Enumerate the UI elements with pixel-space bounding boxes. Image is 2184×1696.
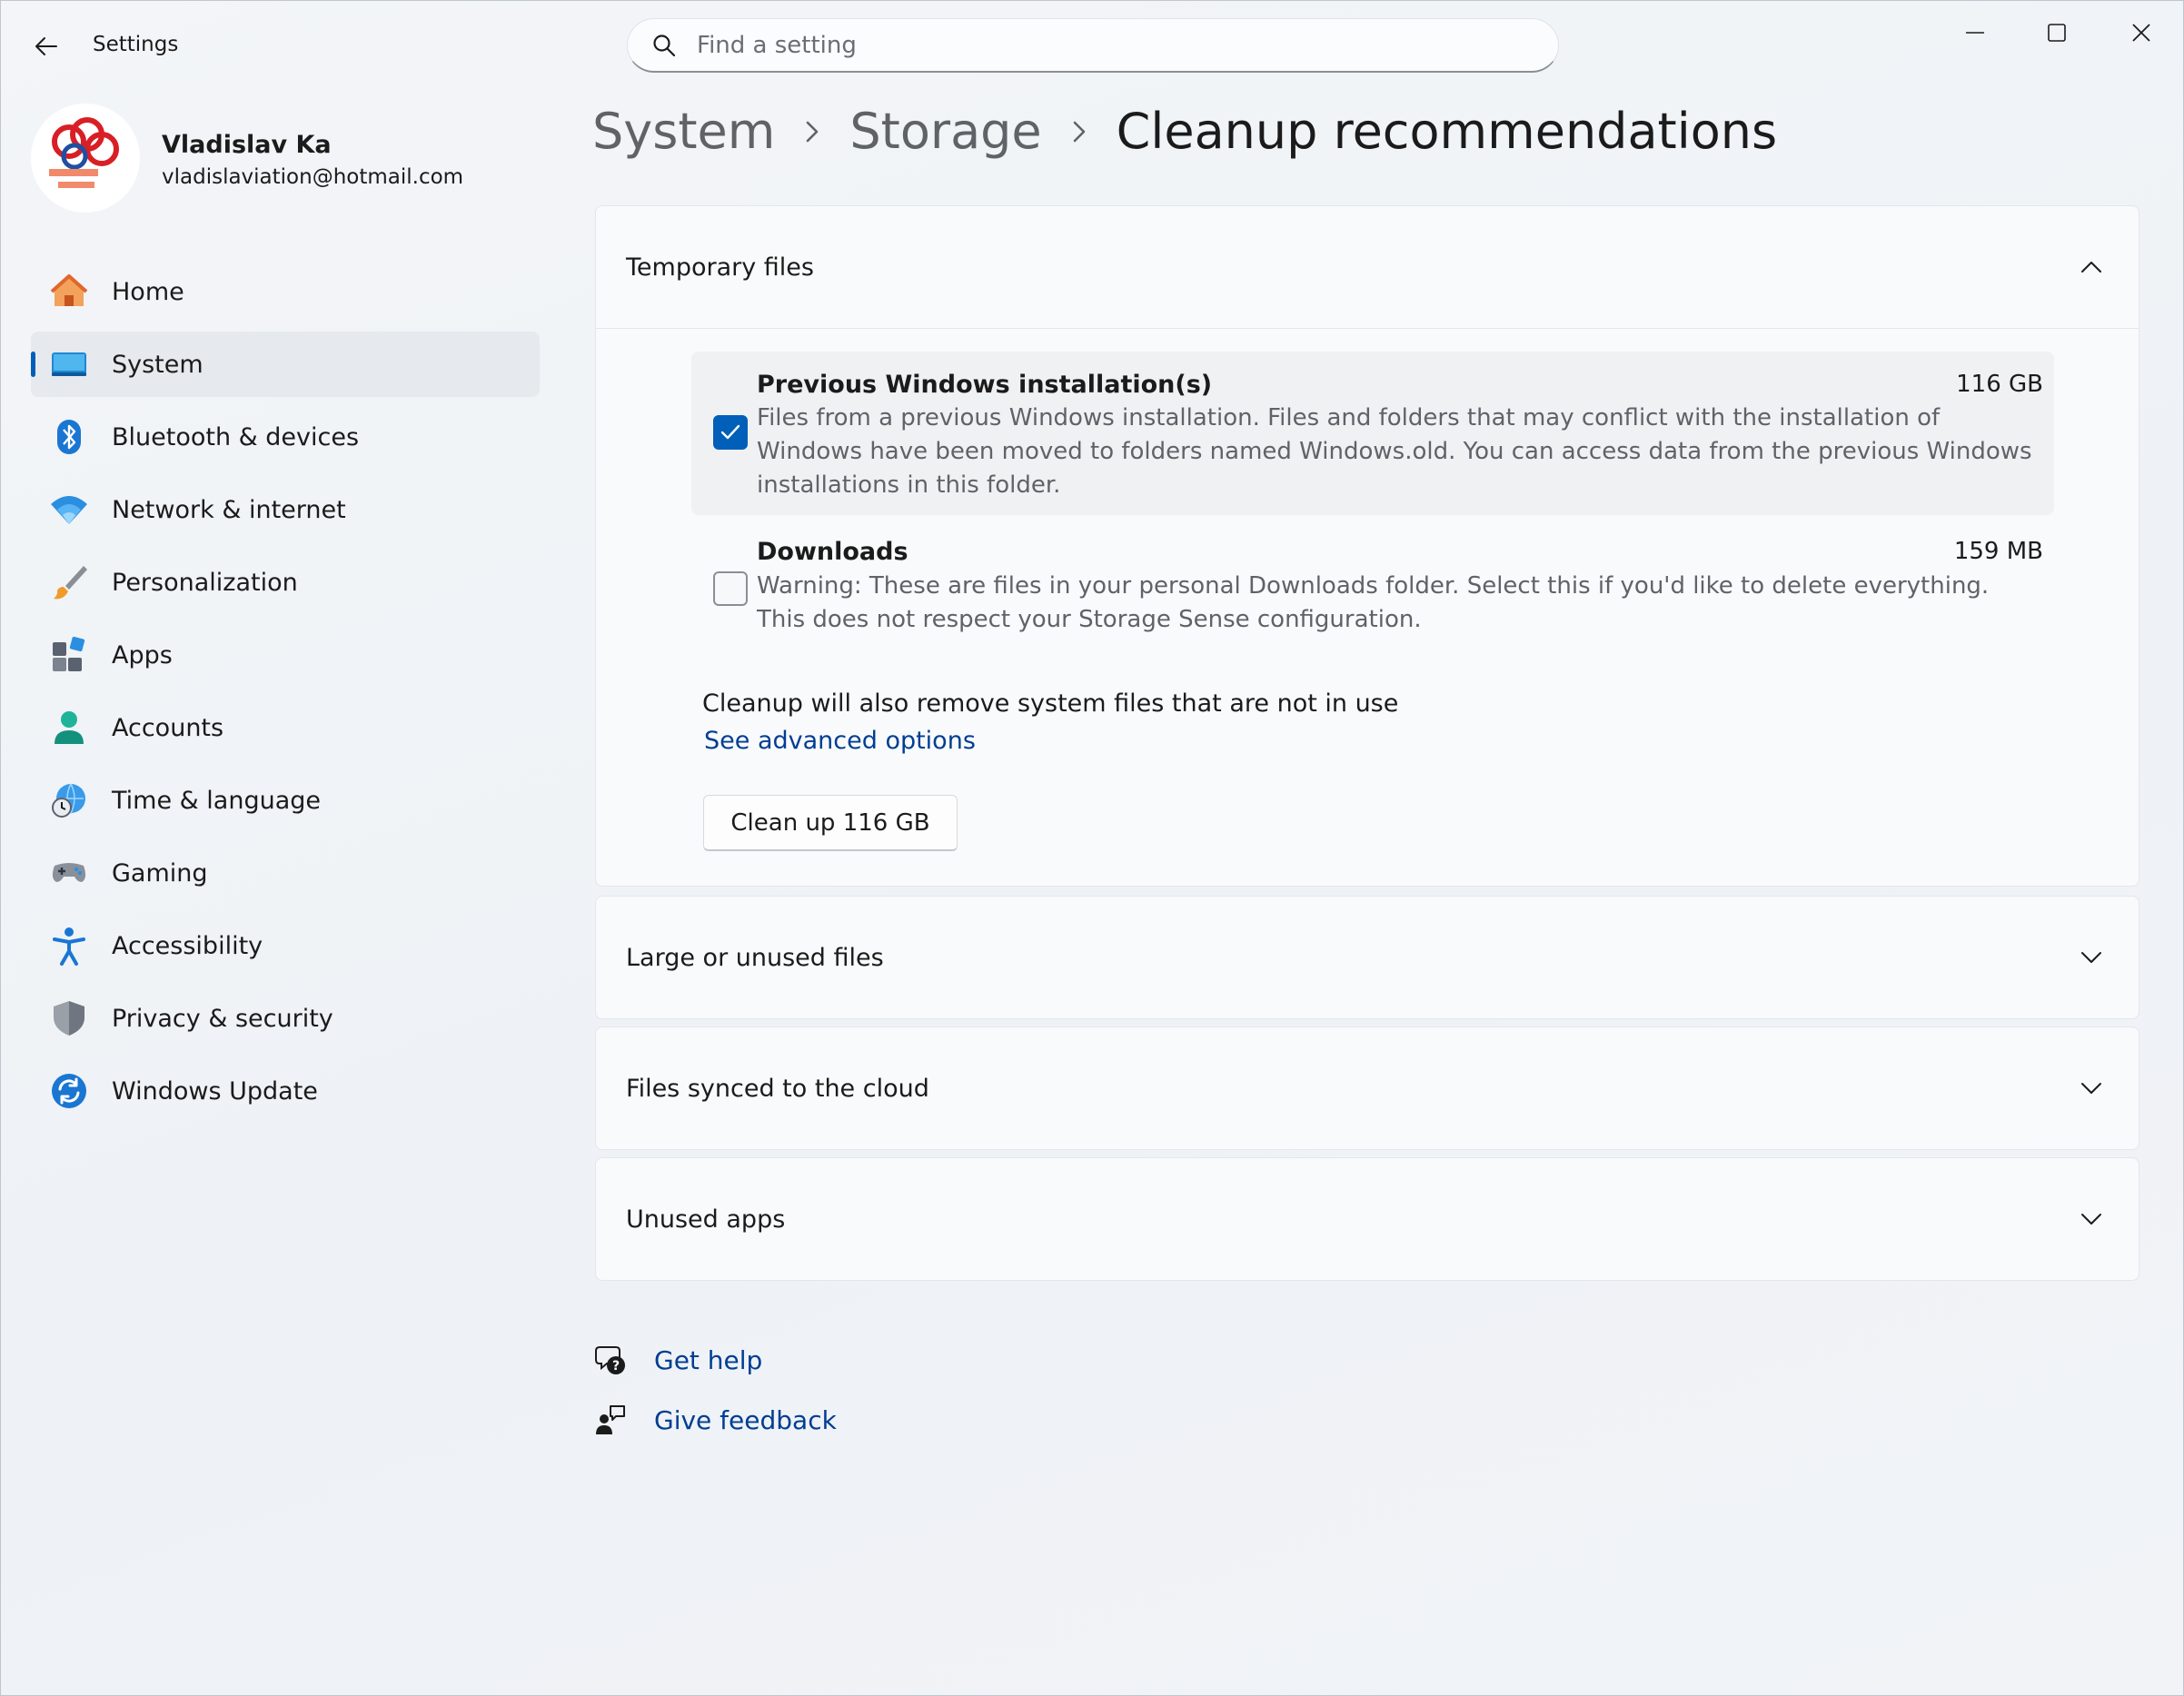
- sidebar-item-windows-update[interactable]: Windows Update: [31, 1058, 540, 1124]
- bluetooth-icon: [47, 415, 91, 459]
- previous-windows-checkbox[interactable]: [713, 415, 748, 450]
- chevron-right-icon: [804, 119, 820, 144]
- svg-text:?: ?: [612, 1359, 620, 1374]
- temporary-files-card: Temporary files Previous Windows install…: [595, 205, 2139, 887]
- chevron-down-icon: [2077, 1205, 2106, 1234]
- brush-icon: [47, 560, 91, 604]
- sidebar-item-gaming[interactable]: Gaming: [31, 840, 540, 906]
- page-title: Cleanup recommendations: [1116, 103, 1778, 160]
- back-arrow-icon: [35, 37, 57, 55]
- temporary-files-header[interactable]: Temporary files: [596, 206, 2139, 328]
- help-chat-icon: ?: [592, 1342, 629, 1378]
- breadcrumb-storage[interactable]: Storage: [849, 103, 1041, 160]
- maximize-button[interactable]: [2020, 10, 2093, 55]
- downloads-checkbox[interactable]: [713, 571, 748, 606]
- gamepad-icon: [47, 851, 91, 895]
- advanced-options-link[interactable]: See advanced options: [704, 727, 976, 755]
- list-item-previous-windows[interactable]: Previous Windows installation(s) 116 GB …: [691, 352, 2054, 515]
- wifi-icon: [47, 488, 91, 531]
- get-help-link[interactable]: ? Get help: [592, 1342, 762, 1378]
- large-files-header[interactable]: Large or unused files: [596, 897, 2139, 1018]
- large-files-card[interactable]: Large or unused files: [595, 896, 2139, 1019]
- globe-clock-icon: [47, 779, 91, 822]
- chevron-down-icon: [2077, 943, 2106, 972]
- chevron-right-icon: [1071, 119, 1087, 144]
- sidebar-nav: Home System Bluetooth & devices Network …: [31, 259, 540, 1131]
- sidebar-item-network[interactable]: Network & internet: [31, 477, 540, 542]
- feedback-icon: [592, 1402, 629, 1438]
- minimize-icon: [1966, 32, 1984, 34]
- unused-apps-card[interactable]: Unused apps: [595, 1157, 2139, 1281]
- update-icon: [47, 1069, 91, 1113]
- breadcrumb: System Storage Cleanup recommendations: [592, 103, 1777, 160]
- search-icon: [650, 31, 679, 60]
- checkmark-icon: [720, 424, 740, 440]
- sidebar-item-apps[interactable]: Apps: [31, 622, 540, 688]
- settings-window: Settings Vladislav Ka vladislaviation@ho…: [0, 0, 2184, 1696]
- app-title: Settings: [93, 33, 179, 56]
- sidebar-item-privacy-security[interactable]: Privacy & security: [31, 986, 540, 1051]
- chevron-up-icon: [2077, 253, 2106, 282]
- back-button[interactable]: [26, 28, 66, 64]
- sidebar-item-home[interactable]: Home: [31, 259, 540, 324]
- cleanup-button[interactable]: Clean up 116 GB: [703, 795, 958, 851]
- sidebar-item-personalization[interactable]: Personalization: [31, 550, 540, 615]
- apps-icon: [47, 633, 91, 677]
- account-icon: [47, 706, 91, 749]
- chevron-down-icon: [2077, 1074, 2106, 1103]
- accessibility-icon: [47, 924, 91, 967]
- divider: [596, 328, 2139, 329]
- close-button[interactable]: [2105, 10, 2178, 55]
- search-box[interactable]: [627, 18, 1559, 73]
- cleanup-note: Cleanup will also remove system files th…: [702, 689, 1399, 718]
- cloud-files-header[interactable]: Files synced to the cloud: [596, 1027, 2139, 1149]
- close-icon: [2132, 24, 2150, 42]
- breadcrumb-system[interactable]: System: [592, 103, 775, 160]
- home-icon: [47, 270, 91, 313]
- avatar[interactable]: [31, 104, 140, 213]
- unused-apps-header[interactable]: Unused apps: [596, 1158, 2139, 1280]
- minimize-button[interactable]: [1939, 10, 2011, 55]
- user-email: vladislaviation@hotmail.com: [162, 165, 464, 189]
- give-feedback-link[interactable]: Give feedback: [592, 1402, 837, 1438]
- search-input[interactable]: [697, 31, 1514, 59]
- system-icon: [47, 342, 91, 386]
- sidebar-item-bluetooth[interactable]: Bluetooth & devices: [31, 404, 540, 470]
- list-item-downloads[interactable]: Downloads 159 MB Warning: These are file…: [691, 533, 2054, 660]
- user-name: Vladislav Ka: [162, 131, 332, 159]
- shield-icon: [47, 997, 91, 1040]
- maximize-icon: [2048, 24, 2066, 42]
- sidebar-item-accounts[interactable]: Accounts: [31, 695, 540, 760]
- sidebar-item-system[interactable]: System: [31, 332, 540, 397]
- sidebar-item-time-language[interactable]: Time & language: [31, 768, 540, 833]
- cloud-files-card[interactable]: Files synced to the cloud: [595, 1027, 2139, 1150]
- active-indicator: [31, 352, 35, 377]
- sidebar-item-accessibility[interactable]: Accessibility: [31, 913, 540, 978]
